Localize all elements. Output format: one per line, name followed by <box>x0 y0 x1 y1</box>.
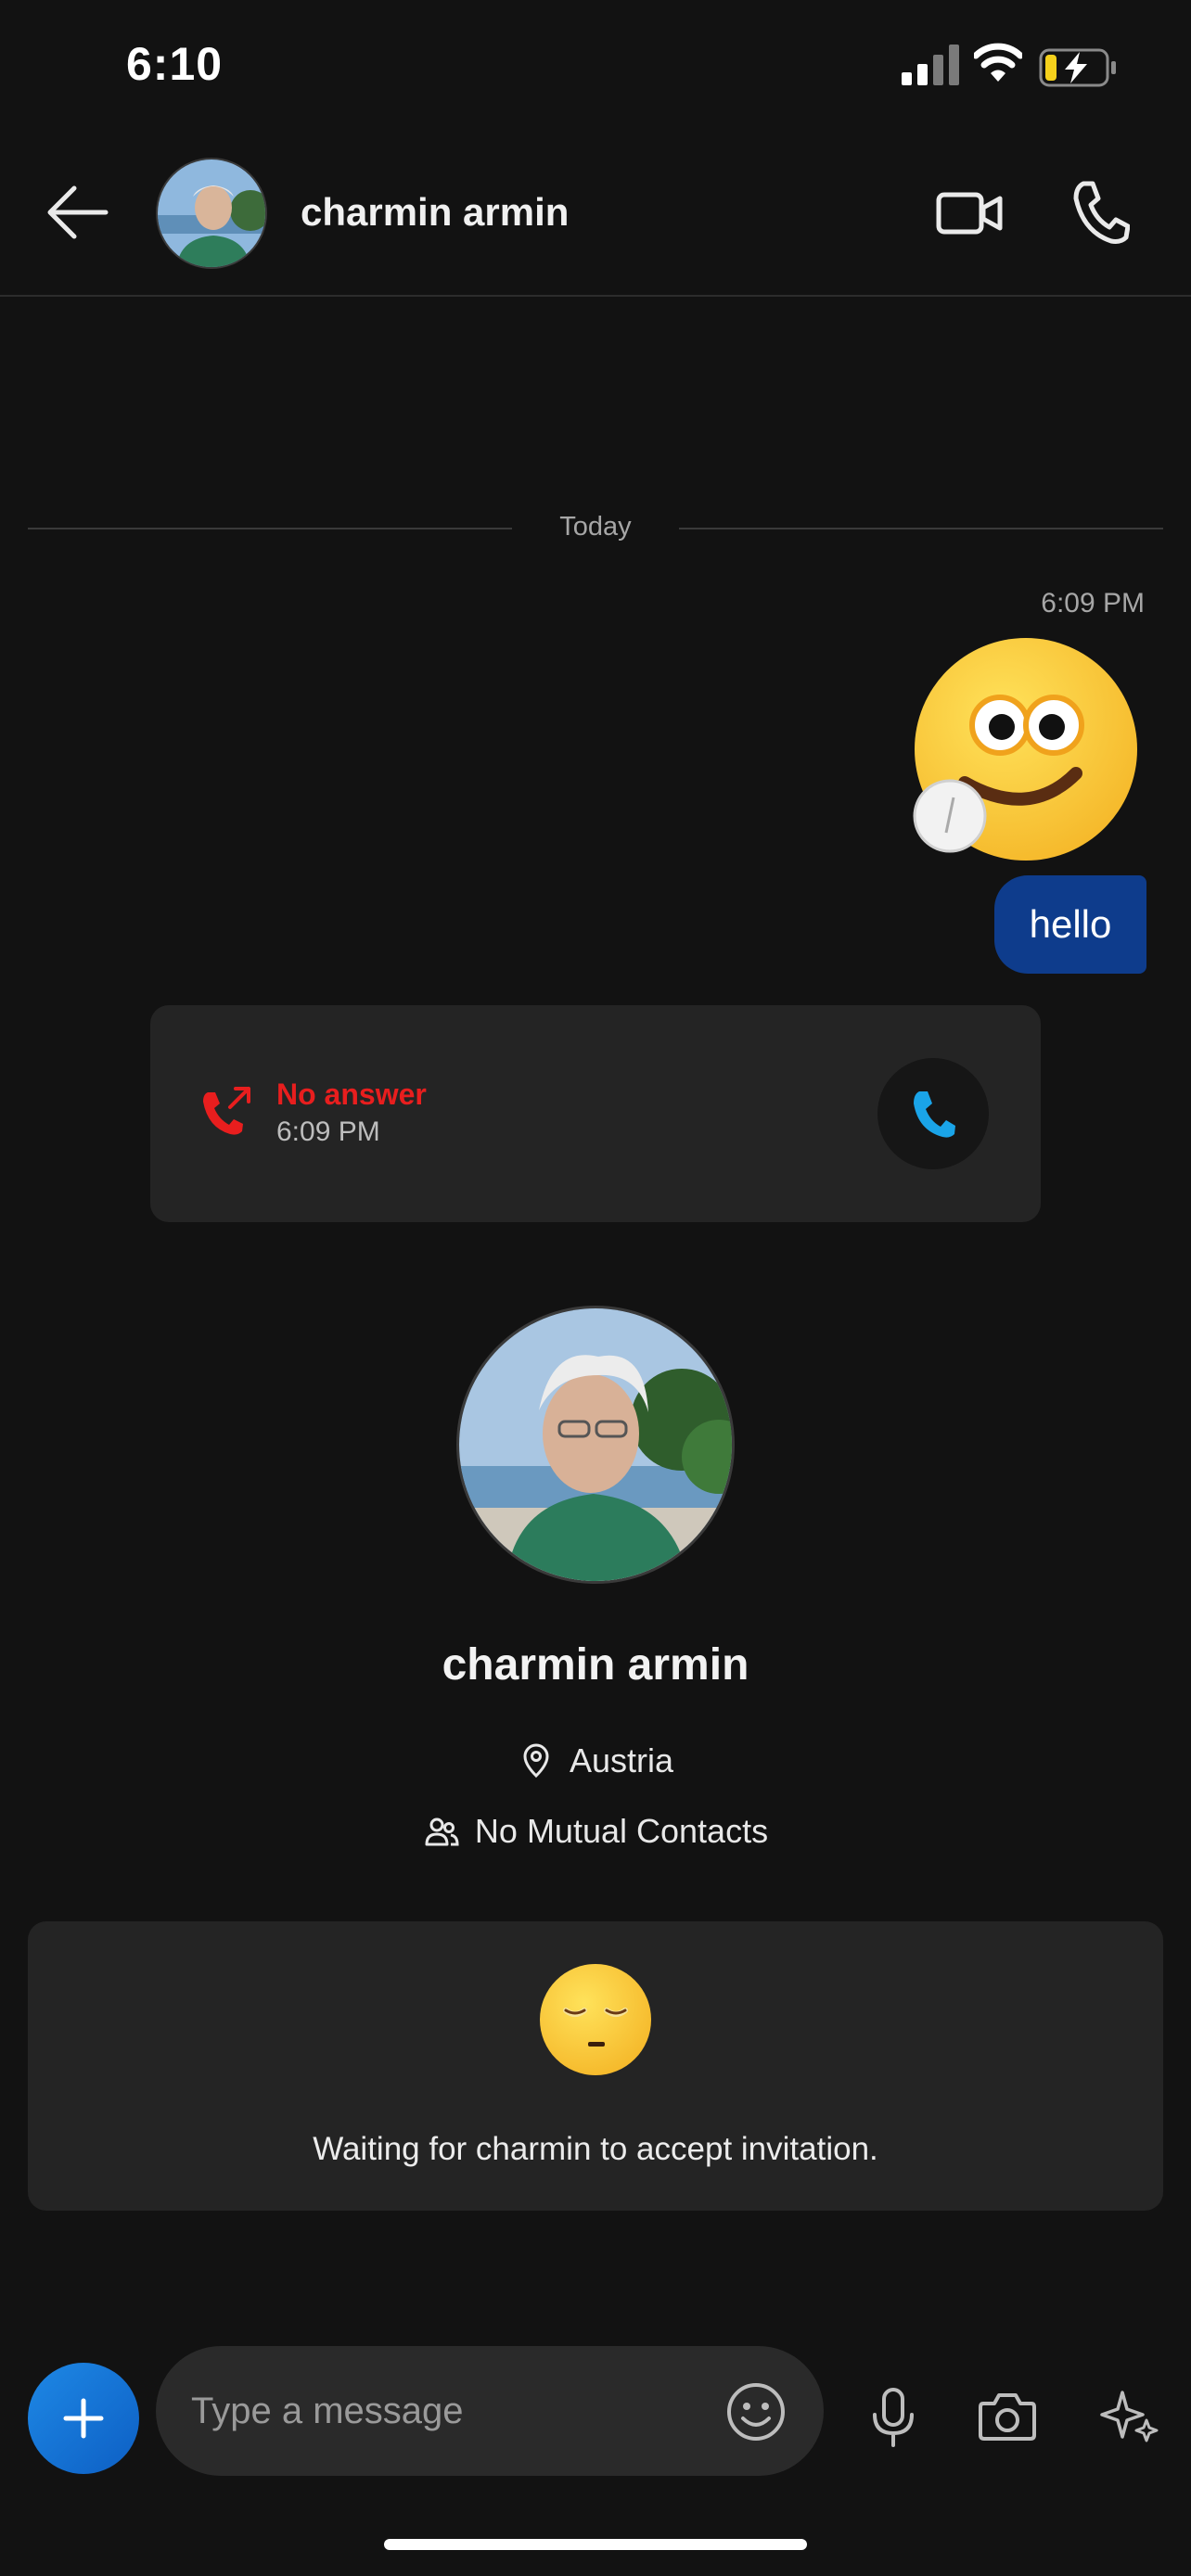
phone-icon <box>914 1091 955 1138</box>
battery-charging-icon <box>1039 48 1116 87</box>
ai-sparkle-button[interactable] <box>1100 2385 1159 2444</box>
date-divider: Today <box>559 512 632 542</box>
message-input[interactable] <box>191 2374 692 2448</box>
emoji-sticker[interactable] <box>909 634 1141 866</box>
sent-message-bubble[interactable]: hello <box>994 875 1146 974</box>
invitation-status-text: Waiting for charmin to accept invitation… <box>313 2131 878 2167</box>
cellular-signal-icon <box>902 45 959 85</box>
location-row: Austria <box>0 1741 1191 1780</box>
microphone-button[interactable] <box>870 2387 916 2448</box>
status-time: 6:10 <box>126 38 224 90</box>
wifi-icon <box>974 43 1022 82</box>
message-timestamp: 6:09 PM <box>1041 588 1145 618</box>
plus-icon <box>63 2398 104 2439</box>
location-pin-icon <box>523 1743 549 1779</box>
divider-line-right <box>679 528 1163 529</box>
location-text: Austria <box>569 1741 674 1779</box>
contact-name[interactable]: charmin armin <box>301 190 569 235</box>
call-status: No answer <box>276 1078 427 1111</box>
call-back-button[interactable] <box>877 1058 989 1169</box>
add-attachment-button[interactable] <box>28 2363 139 2474</box>
contact-avatar[interactable] <box>156 158 267 269</box>
home-indicator <box>384 2539 807 2550</box>
people-icon <box>425 1817 459 1846</box>
profile-avatar[interactable] <box>456 1306 735 1584</box>
call-time: 6:09 PM <box>276 1116 380 1147</box>
audio-call-button[interactable] <box>1070 178 1130 245</box>
video-call-button[interactable] <box>935 184 1005 243</box>
mutual-contacts-row: No Mutual Contacts <box>0 1812 1191 1851</box>
camera-button[interactable] <box>978 2389 1037 2442</box>
emoji-button[interactable] <box>725 2381 787 2442</box>
missed-call-icon <box>203 1087 250 1135</box>
profile-name: charmin armin <box>442 1640 749 1690</box>
mutual-contacts-text: No Mutual Contacts <box>474 1812 769 1850</box>
sleepy-face-icon <box>540 1964 651 2075</box>
back-button[interactable] <box>45 184 111 241</box>
divider-line-left <box>28 528 512 529</box>
